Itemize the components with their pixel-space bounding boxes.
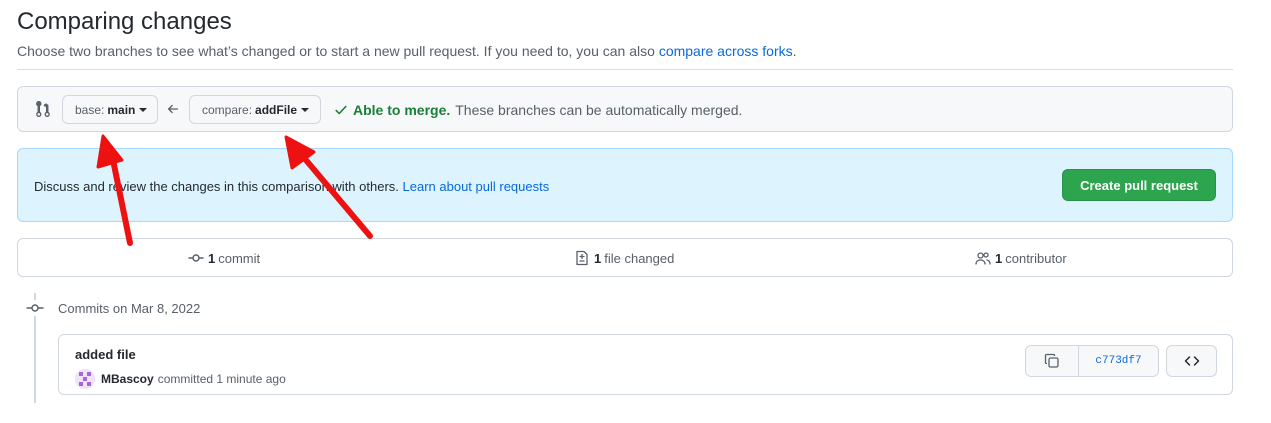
range-editor: base: main compare: addFile Able to merge.… [17,86,1233,132]
commit-meta: MBascoy committed 1 minute ago [75,369,286,389]
flash-message: Discuss and review the changes in this c… [34,179,403,194]
copy-sha-button[interactable] [1026,346,1079,376]
pull-request-flash: Discuss and review the changes in this c… [17,148,1233,222]
summary-files[interactable]: 1 file changed [574,250,674,266]
commit-sha-group: c773df7 [1025,345,1159,377]
file-diff-icon [576,250,588,266]
merge-text: These branches can be automatically merg… [455,102,743,118]
page-subtitle: Choose two branches to see what’s change… [17,43,797,59]
page-title: Comparing changes [17,8,232,35]
base-branch-name: main [107,102,136,117]
commit-list-item: added file MBascoy committed 1 minute ag… [58,334,1233,395]
base-branch-select[interactable]: base: main [62,95,158,124]
check-icon [335,105,347,115]
subtitle-end: . [792,43,797,59]
commit-time: committed 1 minute ago [157,372,286,386]
copy-icon [1044,353,1059,368]
compare-summary: 1 commit 1 file changed 1 contributor [17,238,1233,277]
avatar[interactable] [75,369,95,389]
code-icon [1184,356,1199,366]
files-count: 1 [594,250,602,266]
summary-contributors[interactable]: 1 contributor [975,250,1067,266]
git-commit-icon [26,300,44,316]
compare-branch-select[interactable]: compare: addFile [189,95,321,124]
commit-sha-link[interactable]: c773df7 [1079,346,1158,376]
git-commit-icon [188,254,204,262]
caret-down-icon [301,107,310,112]
compare-branch-name: addFile [255,102,298,117]
merge-ok-label: Able to merge. [353,102,451,118]
compare-across-forks-link[interactable]: compare across forks [659,43,793,59]
arrow-left-icon [167,104,179,114]
summary-commits[interactable]: 1 commit [188,250,260,266]
base-prefix: base: [75,102,105,117]
divider [17,69,1233,70]
caret-down-icon [139,107,148,112]
contributors-count: 1 [995,250,1003,266]
commit-title-link[interactable]: added file [75,347,136,362]
merge-status: Able to merge. These branches can be aut… [334,102,742,118]
files-label: file changed [604,250,675,266]
commits-label: commit [218,250,261,266]
compare-prefix: compare: [202,102,253,117]
learn-about-pull-requests-link[interactable]: Learn about pull requests [403,179,550,194]
commits-date-heading: Commits on Mar 8, 2022 [58,301,201,316]
browse-files-button[interactable] [1166,345,1217,377]
subtitle-text: Choose two branches to see what’s change… [17,43,659,59]
compare-arrows-icon [36,101,50,117]
people-icon [975,252,991,265]
commits-count: 1 [208,250,216,266]
create-pull-request-button[interactable]: Create pull request [1062,169,1216,201]
commit-author-link[interactable]: MBascoy [101,372,154,386]
flash-text: Discuss and review the changes in this c… [34,179,549,194]
contributors-label: contributor [1005,250,1067,266]
